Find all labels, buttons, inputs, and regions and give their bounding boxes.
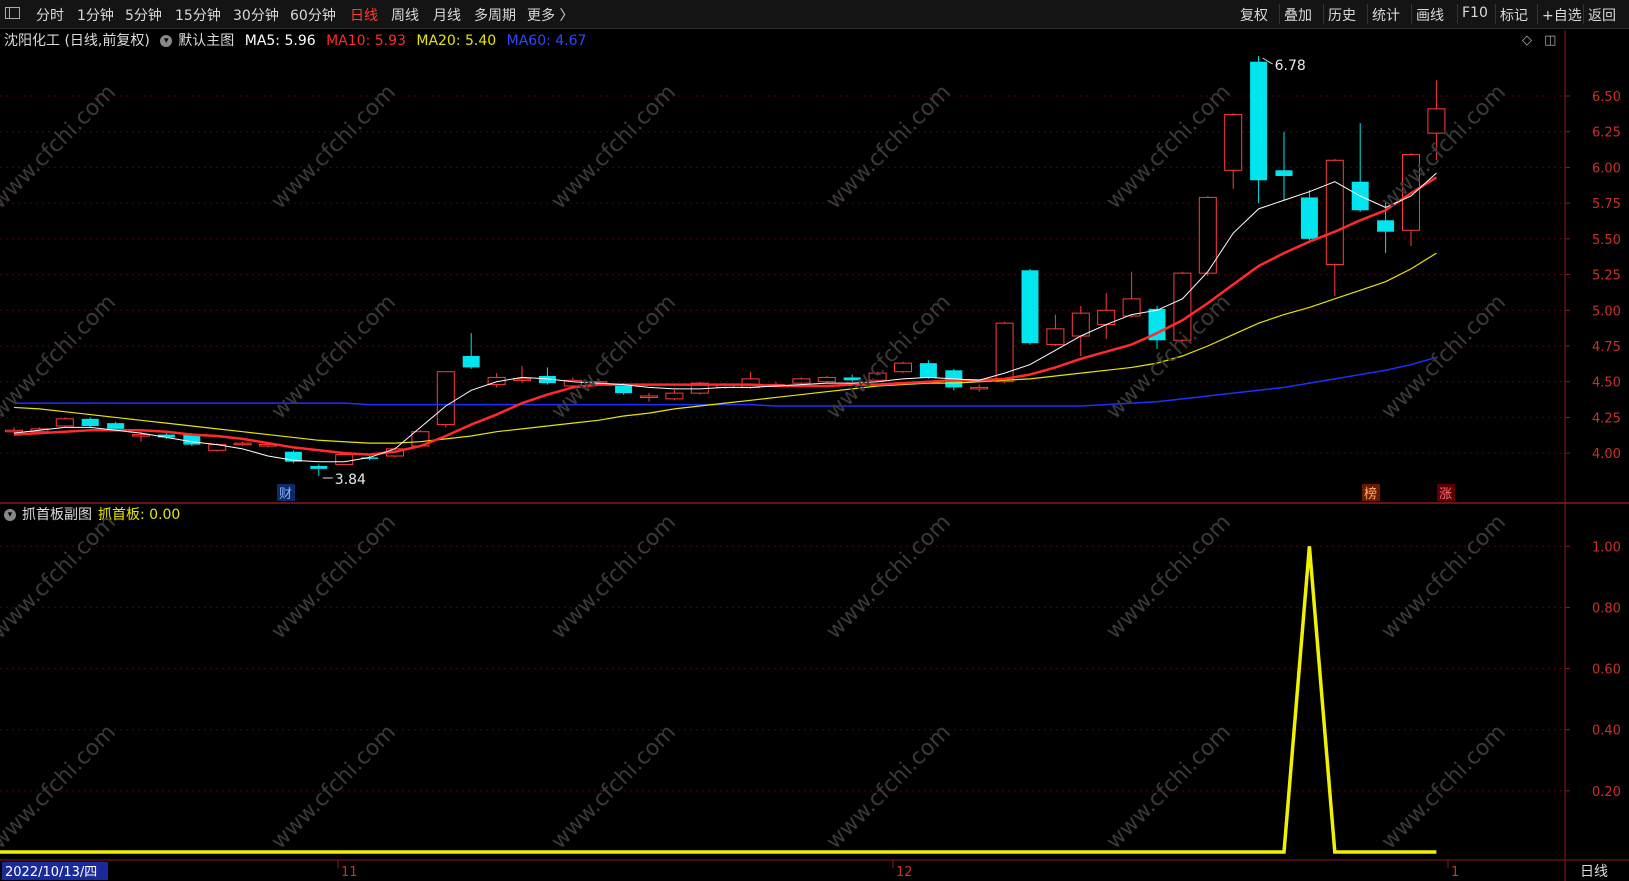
- y-tick-label: 4.75: [1592, 340, 1621, 355]
- candle-down[interactable]: [462, 356, 480, 368]
- candle-up[interactable]: [55, 418, 74, 427]
- y-tick-label: 6.50: [1592, 90, 1621, 105]
- watermark-text: www.cfchi.com: [1377, 290, 1511, 424]
- watermark-text: www.cfchi.com: [822, 720, 956, 854]
- first-limit-signal-line: [0, 546, 1437, 854]
- sub-y-tick-label: 0.20: [1592, 785, 1621, 800]
- y-tick-label: 4.00: [1592, 447, 1621, 462]
- watermark-text: www.cfchi.com: [1102, 80, 1236, 214]
- y-tick-label: 5.25: [1592, 269, 1621, 284]
- candle-up[interactable]: [513, 378, 531, 381]
- candle-down[interactable]: [1300, 197, 1318, 239]
- watermark-text: www.cfchi.com: [822, 80, 956, 214]
- y-tick-label: 5.00: [1592, 304, 1621, 319]
- candle-down[interactable]: [1021, 270, 1039, 344]
- candle-down[interactable]: [81, 418, 99, 426]
- watermark-text: www.cfchi.com: [1102, 290, 1236, 424]
- watermark-text: www.cfchi.com: [1377, 720, 1511, 854]
- watermark-text: www.cfchi.com: [1377, 80, 1511, 214]
- candle-up[interactable]: [1071, 312, 1090, 337]
- watermark-text: www.cfchi.com: [822, 510, 956, 644]
- ma60-line: [14, 356, 1437, 407]
- candle-up[interactable]: [1224, 114, 1243, 171]
- watermark-text: www.cfchi.com: [1102, 720, 1236, 854]
- watermark-text: www.cfchi.com: [267, 80, 401, 214]
- watermark-text: www.cfchi.com: [1377, 510, 1511, 644]
- candle-up[interactable]: [233, 442, 252, 446]
- watermark-text: www.cfchi.com: [547, 80, 681, 214]
- candle-up[interactable]: [1325, 159, 1344, 266]
- watermark-text: www.cfchi.com: [547, 510, 681, 644]
- candle-down[interactable]: [107, 423, 125, 429]
- watermark-text: www.cfchi.com: [547, 720, 681, 854]
- period-label: 日线: [1580, 864, 1608, 880]
- watermark-text: www.cfchi.com: [267, 510, 401, 644]
- candle-up[interactable]: [1046, 328, 1065, 346]
- candle-up[interactable]: [792, 378, 811, 384]
- watermark-text: www.cfchi.com: [0, 510, 121, 644]
- month-label: 11: [341, 865, 358, 880]
- chart-canvas[interactable]: 6.50 6.25 6.00 5.75 5.50 5.25 5.00 4.75 4.50 4.25…: [0, 0, 1629, 881]
- watermark-text: www.cfchi.com: [267, 720, 401, 854]
- candle-up[interactable]: [335, 454, 354, 466]
- candle-up[interactable]: [5, 429, 23, 433]
- candle-down[interactable]: [919, 363, 937, 378]
- candle-up[interactable]: [817, 376, 836, 383]
- month-label: 12: [896, 865, 913, 880]
- high-price-label: 6.78: [1275, 58, 1306, 74]
- watermark-text: www.cfchi.com: [1102, 510, 1236, 644]
- month-label: 1: [1451, 865, 1459, 880]
- list-tag: 榜: [1364, 486, 1377, 502]
- date-cursor-label: 2022/10/13/四: [5, 865, 97, 880]
- y-tick-label: 5.50: [1592, 233, 1621, 248]
- candle-up[interactable]: [665, 392, 684, 400]
- watermark-text: www.cfchi.com: [0, 720, 121, 854]
- candle-down[interactable]: [1377, 220, 1395, 232]
- finance-tag: 财: [279, 487, 292, 502]
- y-tick-label: 4.50: [1592, 376, 1621, 391]
- candle-down[interactable]: [1250, 61, 1268, 181]
- low-price-label: 3.84: [335, 472, 366, 488]
- candle-up[interactable]: [640, 395, 658, 398]
- y-tick-label: 5.75: [1592, 197, 1621, 212]
- limit-up-tag: 涨: [1439, 487, 1452, 502]
- candle-up[interactable]: [132, 434, 150, 437]
- y-tick-label: 6.00: [1592, 161, 1621, 176]
- y-tick-label: 6.25: [1592, 126, 1621, 141]
- sub-y-tick-label: 0.40: [1592, 724, 1621, 739]
- ma20-line: [13, 252, 1437, 444]
- candle-up[interactable]: [436, 371, 455, 426]
- candle-down[interactable]: [1275, 170, 1293, 176]
- candle-up[interactable]: [970, 386, 989, 390]
- sub-y-tick-label: 0.60: [1592, 663, 1621, 678]
- candle-down[interactable]: [310, 466, 328, 469]
- watermark-text: www.cfchi.com: [0, 80, 121, 214]
- sub-y-tick-label: 1.00: [1592, 540, 1621, 555]
- sub-y-tick-label: 0.80: [1592, 601, 1621, 616]
- candle-down[interactable]: [615, 384, 633, 394]
- y-tick-label: 4.25: [1592, 411, 1621, 426]
